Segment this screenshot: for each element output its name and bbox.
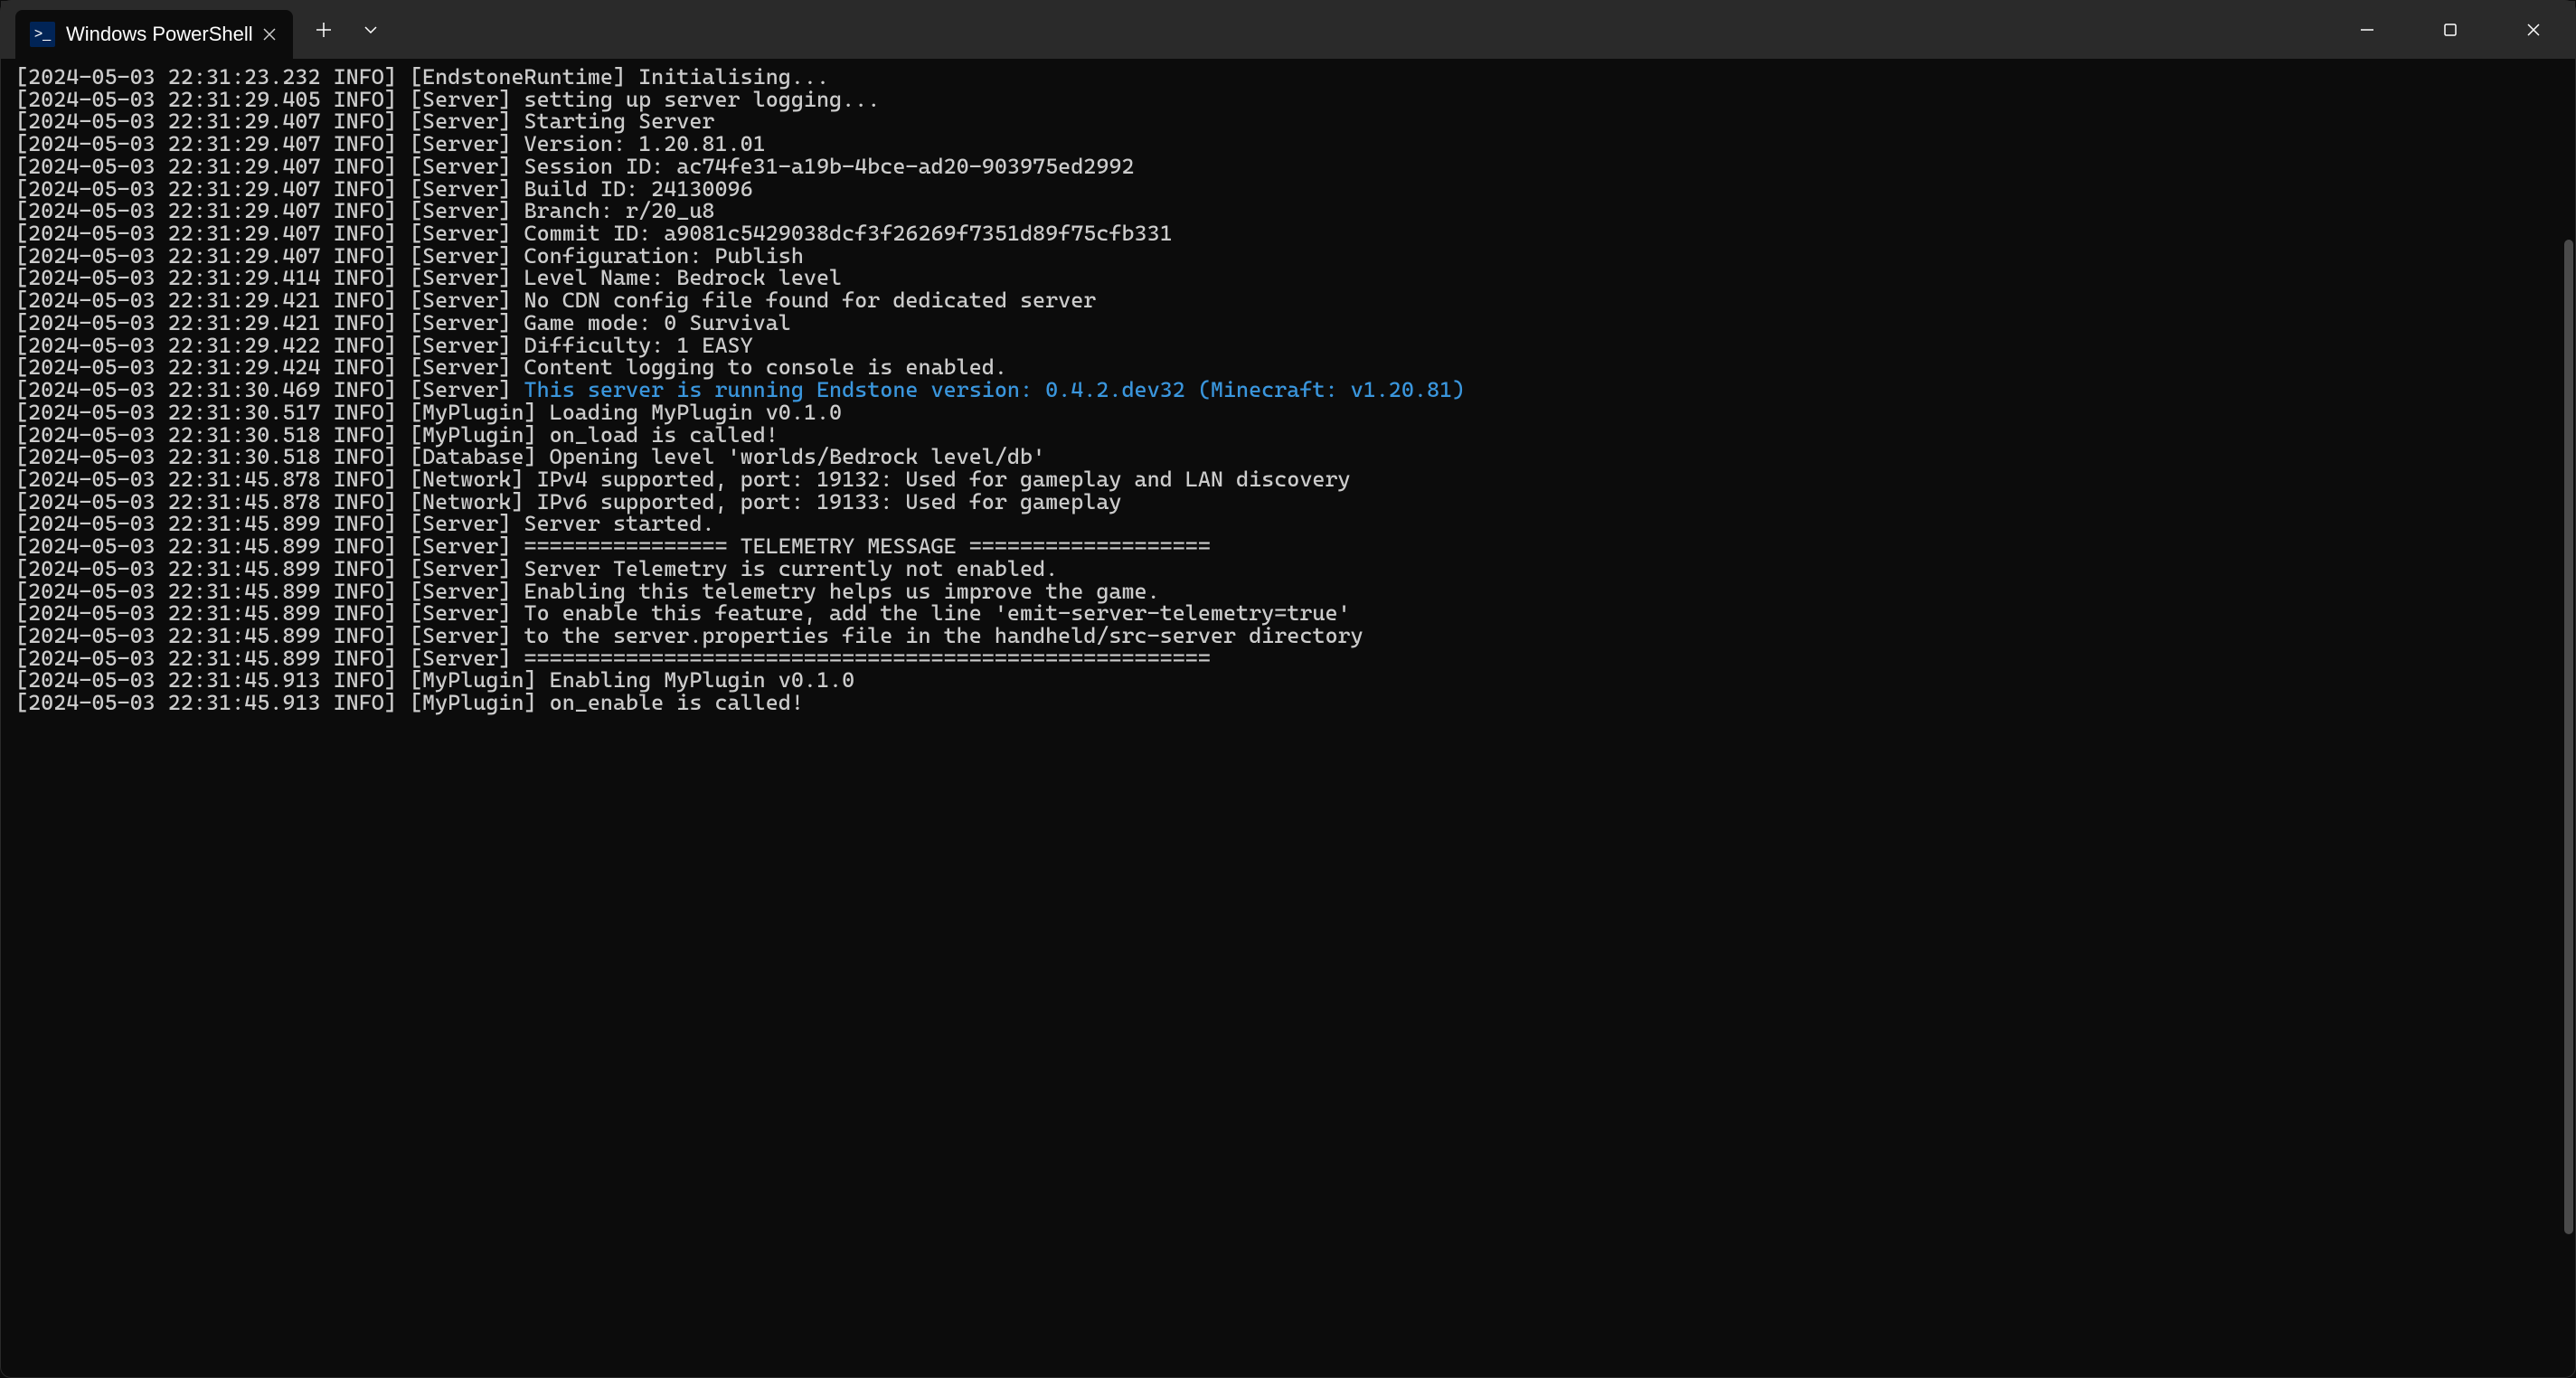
log-line: [2024-05-03 22:31:29.405 INFO] [Server] … xyxy=(15,89,2561,111)
log-line: [2024-05-03 22:31:29.407 INFO] [Server] … xyxy=(15,200,2561,222)
minimize-icon xyxy=(2359,22,2375,38)
log-line: [2024-05-03 22:31:29.407 INFO] [Server] … xyxy=(15,245,2561,268)
log-line: [2024-05-03 22:31:30.469 INFO] [Server] … xyxy=(15,379,2561,401)
log-line: [2024-05-03 22:31:30.517 INFO] [MyPlugin… xyxy=(15,401,2561,424)
plus-icon xyxy=(316,22,332,38)
scrollbar[interactable] xyxy=(2564,240,2573,1234)
log-line: [2024-05-03 22:31:29.421 INFO] [Server] … xyxy=(15,289,2561,312)
tabs-area: >_ Windows PowerShell xyxy=(1,1,394,59)
chevron-down-icon xyxy=(364,26,377,33)
log-line: [2024-05-03 22:31:45.913 INFO] [MyPlugin… xyxy=(15,692,2561,714)
tab-label: Windows PowerShell xyxy=(66,24,253,45)
log-line: [2024-05-03 22:31:45.899 INFO] [Server] … xyxy=(15,602,2561,625)
log-line: [2024-05-03 22:31:29.407 INFO] [Server] … xyxy=(15,110,2561,133)
new-tab-button[interactable] xyxy=(300,6,347,53)
log-line: [2024-05-03 22:31:45.899 INFO] [Server] … xyxy=(15,535,2561,558)
close-icon xyxy=(263,28,276,41)
log-line: [2024-05-03 22:31:29.407 INFO] [Server] … xyxy=(15,178,2561,201)
log-line: [2024-05-03 22:31:45.899 INFO] [Server] … xyxy=(15,625,2561,647)
log-line: [2024-05-03 22:31:45.899 INFO] [Server] … xyxy=(15,558,2561,580)
log-line: [2024-05-03 22:31:30.518 INFO] [MyPlugin… xyxy=(15,424,2561,447)
log-line: [2024-05-03 22:31:29.407 INFO] [Server] … xyxy=(15,156,2561,178)
log-line: [2024-05-03 22:31:29.407 INFO] [Server] … xyxy=(15,133,2561,156)
titlebar: >_ Windows PowerShell xyxy=(1,1,2575,59)
tab-dropdown-button[interactable] xyxy=(347,6,394,53)
log-line: [2024-05-03 22:31:29.421 INFO] [Server] … xyxy=(15,312,2561,335)
log-line: [2024-05-03 22:31:29.407 INFO] [Server] … xyxy=(15,222,2561,245)
log-line: [2024-05-03 22:31:23.232 INFO] [Endstone… xyxy=(15,66,2561,89)
log-line: [2024-05-03 22:31:45.913 INFO] [MyPlugin… xyxy=(15,669,2561,692)
maximize-button[interactable] xyxy=(2409,1,2492,59)
log-message: on_enable is called! xyxy=(550,690,804,715)
close-icon xyxy=(2526,23,2541,37)
log-container: [2024-05-03 22:31:23.232 INFO] [Endstone… xyxy=(15,66,2561,714)
maximize-icon xyxy=(2443,23,2458,37)
log-line: [2024-05-03 22:31:29.422 INFO] [Server] … xyxy=(15,335,2561,357)
log-line: [2024-05-03 22:31:45.899 INFO] [Server] … xyxy=(15,513,2561,535)
log-line: [2024-05-03 22:31:45.878 INFO] [Network]… xyxy=(15,491,2561,514)
log-line: [2024-05-03 22:31:45.899 INFO] [Server] … xyxy=(15,647,2561,670)
log-line: [2024-05-03 22:31:45.899 INFO] [Server] … xyxy=(15,580,2561,603)
powershell-icon: >_ xyxy=(30,22,55,47)
tab-powershell[interactable]: >_ Windows PowerShell xyxy=(15,10,293,59)
log-line: [2024-05-03 22:31:29.414 INFO] [Server] … xyxy=(15,267,2561,289)
log-prefix: [2024-05-03 22:31:45.913 INFO] [MyPlugin… xyxy=(15,690,550,715)
window-close-button[interactable] xyxy=(2492,1,2575,59)
tab-close-button[interactable] xyxy=(259,24,280,45)
terminal-output[interactable]: [2024-05-03 22:31:23.232 INFO] [Endstone… xyxy=(1,59,2575,1377)
log-line: [2024-05-03 22:31:29.424 INFO] [Server] … xyxy=(15,356,2561,379)
minimize-button[interactable] xyxy=(2326,1,2409,59)
log-line: [2024-05-03 22:31:45.878 INFO] [Network]… xyxy=(15,468,2561,491)
window-controls xyxy=(2326,1,2575,59)
log-line: [2024-05-03 22:31:30.518 INFO] [Database… xyxy=(15,446,2561,468)
